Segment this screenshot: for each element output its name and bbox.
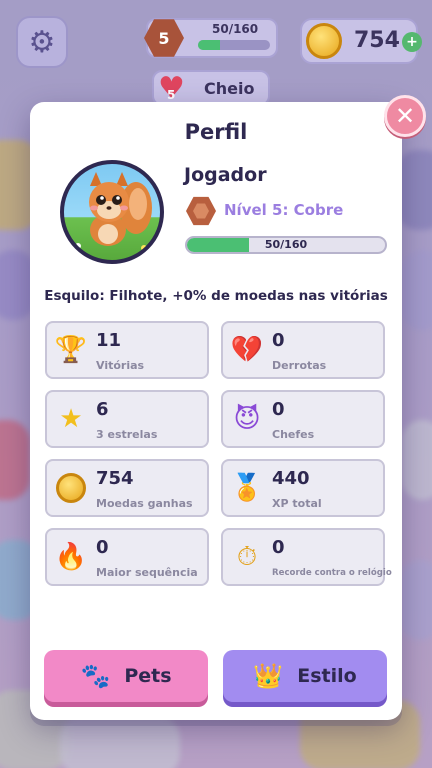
stat-card-three-stars: ★ 6 3 estrelas bbox=[45, 390, 209, 448]
coin-icon bbox=[306, 23, 342, 59]
copper-rank-icon bbox=[186, 196, 216, 226]
stat-label: Chefes bbox=[272, 428, 315, 441]
lives-indicator: ♥ 5 Cheio bbox=[152, 70, 270, 106]
stat-label: Recorde contra o relógio bbox=[272, 568, 392, 578]
avatar[interactable] bbox=[60, 160, 164, 264]
dialog-title: Perfil bbox=[184, 120, 248, 144]
pets-button-label: Pets bbox=[124, 665, 172, 687]
stat-card-total-xp: 🏅 440 XP total bbox=[221, 459, 385, 517]
stat-card-losses: 💔 0 Derrotas bbox=[221, 321, 385, 379]
profile-dialog: Perfil Jogador Nível 5: Cobre 50/160 Esq… bbox=[30, 102, 402, 720]
heart-icon: ♥ 5 bbox=[158, 74, 188, 104]
stat-value: 440 bbox=[272, 468, 310, 489]
devil-icon: 😈 bbox=[233, 404, 261, 434]
settings-button[interactable]: ⚙ bbox=[16, 16, 68, 68]
level-number: 5 bbox=[158, 28, 170, 48]
player-name: Jogador bbox=[184, 164, 267, 186]
stat-label: Derrotas bbox=[272, 359, 327, 372]
level-badge-icon: 5 bbox=[144, 19, 184, 57]
hud-xp-text: 50/160 bbox=[212, 22, 259, 36]
coin-icon bbox=[55, 472, 87, 504]
rank-label: Nível 5: Cobre bbox=[224, 201, 344, 219]
stat-label: 3 estrelas bbox=[96, 428, 158, 441]
stopwatch-icon: ⏱ bbox=[236, 541, 258, 572]
style-button[interactable]: 👑 Estilo bbox=[223, 650, 387, 702]
stat-label: Maior sequência bbox=[96, 566, 198, 579]
stat-card-time-record: ⏱ 0 Recorde contra o relógio bbox=[221, 528, 392, 586]
hud-xp-bar bbox=[198, 40, 270, 50]
stat-card-bosses: 😈 0 Chefes bbox=[221, 390, 385, 448]
stat-label: XP total bbox=[272, 497, 322, 510]
crown-icon: 👑 bbox=[253, 662, 284, 690]
medal-icon: 🏅 bbox=[230, 473, 264, 503]
stat-label: Moedas ganhas bbox=[96, 497, 193, 510]
star-icon: ★ bbox=[59, 404, 83, 434]
stat-card-coins-earned: 754 Moedas ganhas bbox=[45, 459, 209, 517]
pets-button[interactable]: 🐾 Pets bbox=[44, 650, 208, 702]
xp-progress-bar: 50/160 bbox=[185, 236, 387, 254]
xp-progress-text: 50/160 bbox=[264, 238, 308, 251]
stat-value: 6 bbox=[96, 399, 109, 420]
pet-species-text: Esquilo: Filhote, +0% de moedas nas vitó… bbox=[44, 288, 388, 304]
level-indicator: 5 50/160 bbox=[144, 18, 278, 58]
broken-heart-icon: 💔 bbox=[230, 335, 264, 365]
stat-value: 0 bbox=[272, 399, 285, 420]
gear-icon: ⚙ bbox=[28, 24, 56, 60]
stat-card-best-streak: 🔥 0 Maior sequência bbox=[45, 528, 209, 586]
stat-card-wins: 🏆 11 Vitórias bbox=[45, 321, 209, 379]
stat-value: 0 bbox=[272, 537, 285, 558]
stat-value: 0 bbox=[272, 330, 285, 351]
paw-icon: 🐾 bbox=[80, 662, 111, 690]
fire-icon: 🔥 bbox=[54, 542, 88, 572]
coin-count: 754 bbox=[354, 28, 400, 53]
trophy-icon: 🏆 bbox=[54, 335, 88, 365]
close-button[interactable]: ✕ bbox=[384, 95, 426, 137]
stat-value: 754 bbox=[96, 468, 134, 489]
close-icon: ✕ bbox=[394, 102, 416, 130]
squirrel-icon bbox=[75, 172, 152, 251]
lives-status: Cheio bbox=[204, 79, 255, 98]
stat-label: Vitórias bbox=[96, 359, 145, 372]
buy-coins-button[interactable]: + bbox=[402, 32, 422, 52]
coin-counter: 754 + bbox=[300, 18, 422, 64]
stat-value: 11 bbox=[96, 330, 122, 351]
stat-value: 0 bbox=[96, 537, 109, 558]
style-button-label: Estilo bbox=[297, 665, 357, 687]
